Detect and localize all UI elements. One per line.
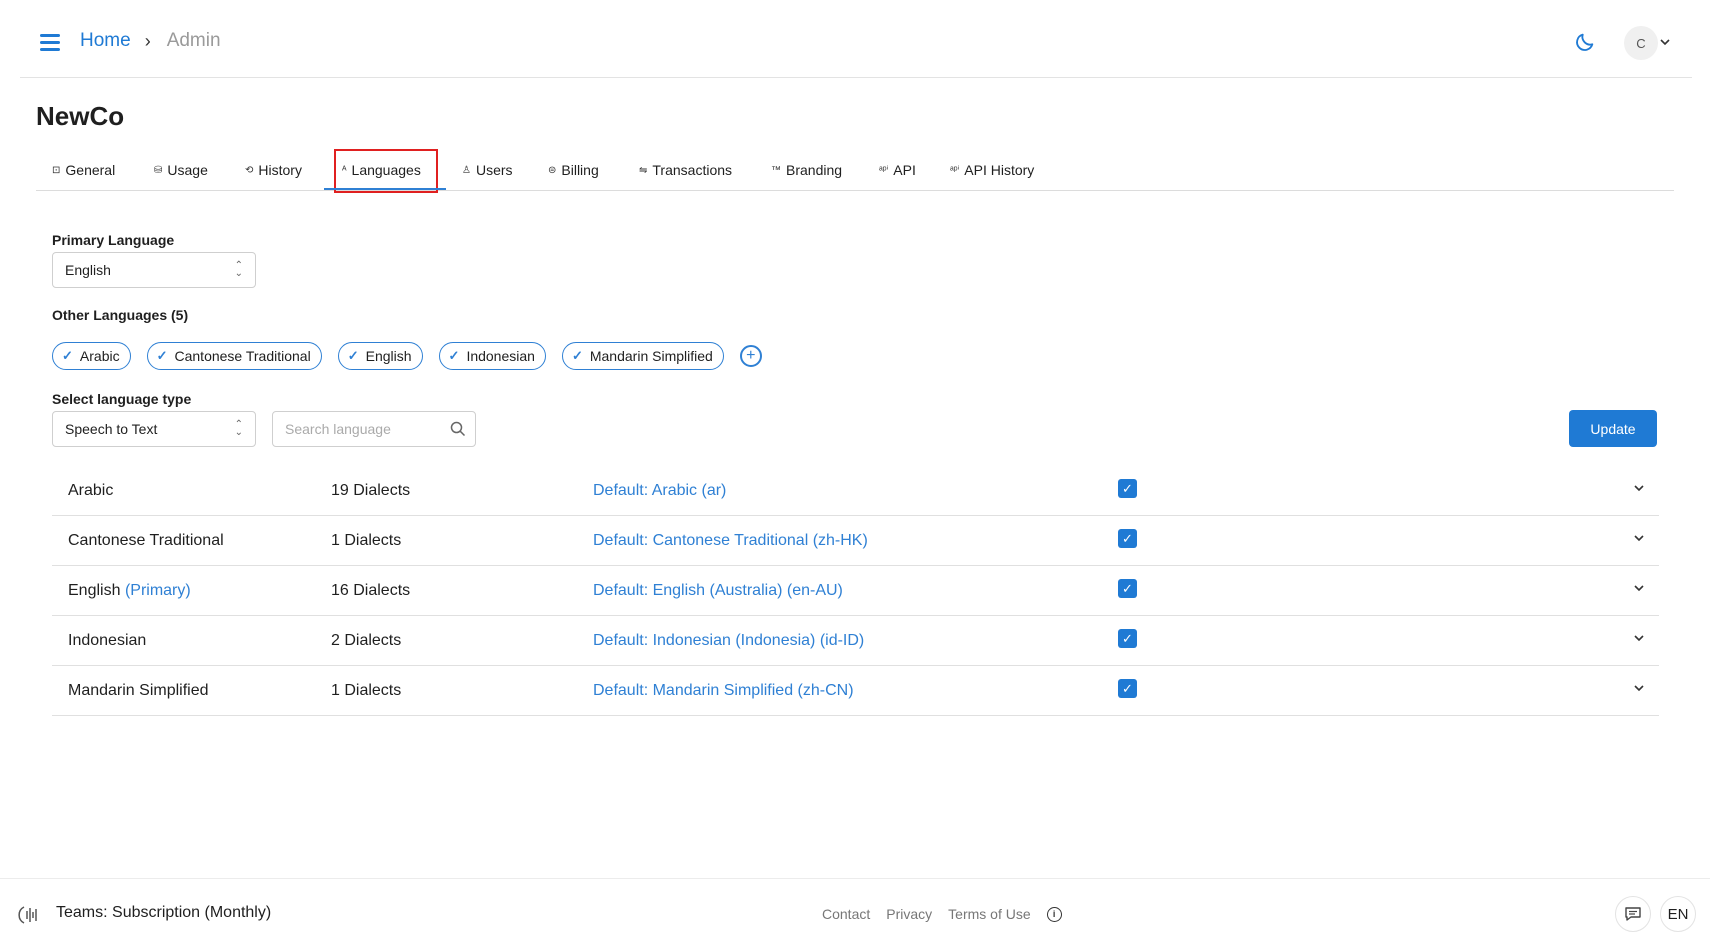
enabled-checkbox[interactable]: ✓ xyxy=(1118,629,1137,648)
chevron-down-icon[interactable] xyxy=(1660,38,1670,46)
tab-branding[interactable]: ™ Branding xyxy=(771,162,842,178)
history-icon: ⟲ xyxy=(245,164,254,176)
tab-bar: ⊡ General ⛁ Usage ⟲ History ᴬ Languages ♙ Use… xyxy=(36,149,1674,193)
language-type-select[interactable]: Speech to Text ⌃ ⌄ xyxy=(52,411,256,447)
breadcrumb: Home › Admin xyxy=(80,30,221,52)
language-type-value: Speech to Text xyxy=(65,421,158,437)
dialect-count: 16 Dialects xyxy=(331,582,411,599)
add-language-button[interactable]: + xyxy=(739,345,762,367)
primary-tag: (Primary) xyxy=(124,582,191,599)
language-switch-button[interactable]: EN xyxy=(1660,896,1696,932)
languages-table: Arabic 19 Dialects Default: Arabic (ar) … xyxy=(52,466,1659,716)
check-icon: ✓ xyxy=(448,348,460,363)
dialect-count: 19 Dialects xyxy=(331,482,411,499)
subscription-plan: Teams: Subscription (Monthly) xyxy=(56,904,272,921)
language-name: English (Primary) xyxy=(68,582,191,599)
language-chip[interactable]: ✓ Mandarin Simplified xyxy=(561,342,724,370)
language-chip[interactable]: ✓ Arabic xyxy=(52,342,131,370)
primary-language-value: English xyxy=(65,262,111,278)
tab-api[interactable]: ᵃᵖⁱ API xyxy=(879,162,916,178)
enabled-checkbox[interactable]: ✓ xyxy=(1118,479,1137,498)
api-icon: ᵃᵖⁱ xyxy=(879,164,889,176)
menu-icon[interactable] xyxy=(40,34,60,52)
chevron-down-icon[interactable] xyxy=(1633,534,1645,542)
enabled-checkbox[interactable]: ✓ xyxy=(1118,579,1137,598)
language-chip[interactable]: ✓ Cantonese Traditional xyxy=(146,342,322,370)
tab-api-history[interactable]: ᵃᵖⁱ API History xyxy=(950,162,1034,178)
search-icon[interactable] xyxy=(450,421,466,437)
footer: Teams: Subscription (Monthly) Contact Pr… xyxy=(0,878,1710,946)
default-dialect-link[interactable]: Default: Mandarin Simplified (zh-CN) xyxy=(593,682,854,700)
trademark-icon: ™ xyxy=(771,164,781,176)
language-type-label: Select language type xyxy=(52,391,192,407)
primary-language-label: Primary Language xyxy=(52,232,175,248)
table-row[interactable]: Mandarin Simplified 1 Dialects Default: … xyxy=(52,666,1659,716)
default-dialect-link[interactable]: Default: English (Australia) (en-AU) xyxy=(593,582,843,600)
page-title: NewCo xyxy=(36,101,125,131)
api-icon: ᵃᵖⁱ xyxy=(950,164,960,176)
language-chip[interactable]: ✓ Indonesian xyxy=(438,342,546,370)
check-icon: ✓ xyxy=(156,348,168,363)
other-languages-label: Other Languages (5) xyxy=(52,307,189,323)
brand-logo-icon xyxy=(18,906,37,924)
enabled-checkbox[interactable]: ✓ xyxy=(1118,679,1137,698)
breadcrumb-current: Admin xyxy=(166,30,221,51)
update-button[interactable]: Update xyxy=(1569,410,1657,447)
footer-links: Contact Privacy Terms of Use i xyxy=(822,906,1062,922)
chevron-down-icon[interactable] xyxy=(1633,584,1645,592)
language-name: Arabic xyxy=(68,482,114,499)
arrows-icon: ⇋ xyxy=(639,164,648,176)
check-icon: ✓ xyxy=(62,348,73,363)
user-icon: ♙ xyxy=(462,164,471,176)
language-name: Indonesian xyxy=(68,632,147,649)
tab-billing[interactable]: ⊜ Billing xyxy=(548,162,599,178)
chevron-down-icon[interactable] xyxy=(1633,684,1645,692)
dialect-count: 2 Dialects xyxy=(331,632,402,649)
table-row[interactable]: Cantonese Traditional 1 Dialects Default… xyxy=(52,516,1659,566)
contact-link[interactable]: Contact xyxy=(822,906,870,922)
chat-icon xyxy=(1625,907,1641,921)
breadcrumb-home-link[interactable]: Home xyxy=(80,30,131,52)
avatar[interactable]: C xyxy=(1624,26,1658,60)
select-arrows-icon: ⌃ ⌄ xyxy=(234,260,243,279)
active-tab-highlight xyxy=(334,149,438,193)
dialect-count: 1 Dialects xyxy=(331,682,402,699)
table-row[interactable]: English (Primary) 16 Dialects Default: E… xyxy=(52,566,1659,616)
info-icon[interactable]: i xyxy=(1046,906,1062,922)
chevron-right-icon: › xyxy=(144,30,151,51)
default-dialect-link[interactable]: Default: Arabic (ar) xyxy=(593,482,726,500)
top-bar: Home › Admin C xyxy=(20,0,1692,78)
language-chip[interactable]: ✓ English xyxy=(337,342,423,370)
language-name: Mandarin Simplified xyxy=(68,682,209,699)
moon-icon[interactable] xyxy=(1574,31,1596,53)
coins-icon: ⊜ xyxy=(548,164,557,176)
search-field xyxy=(272,411,476,447)
check-icon: ✓ xyxy=(571,348,583,363)
tab-users[interactable]: ♙ Users xyxy=(462,162,513,178)
enabled-checkbox[interactable]: ✓ xyxy=(1118,529,1137,548)
active-tab-underline xyxy=(324,188,446,190)
cylinder-icon: ⛁ xyxy=(154,164,163,176)
tab-history[interactable]: ⟲ History xyxy=(245,162,302,178)
language-chips: ✓ Arabic ✓ Cantonese Traditional ✓ English … xyxy=(52,342,762,370)
default-dialect-link[interactable]: Default: Cantonese Traditional (zh-HK) xyxy=(593,532,868,550)
tab-usage[interactable]: ⛁ Usage xyxy=(154,162,208,178)
chat-button[interactable] xyxy=(1615,896,1651,932)
check-icon: ✓ xyxy=(347,348,359,363)
language-name: Cantonese Traditional xyxy=(68,532,224,549)
tab-transactions[interactable]: ⇋ Transactions xyxy=(639,162,732,178)
dialect-count: 1 Dialects xyxy=(331,532,402,549)
square-icon: ⊡ xyxy=(52,164,61,176)
chevron-down-icon[interactable] xyxy=(1633,634,1645,642)
search-input[interactable] xyxy=(285,421,445,437)
terms-link[interactable]: Terms of Use xyxy=(948,906,1030,922)
privacy-link[interactable]: Privacy xyxy=(886,906,932,922)
table-row[interactable]: Arabic 19 Dialects Default: Arabic (ar) … xyxy=(52,466,1659,516)
select-arrows-icon: ⌃ ⌄ xyxy=(234,419,243,438)
tab-general[interactable]: ⊡ General xyxy=(52,162,115,178)
chevron-down-icon[interactable] xyxy=(1633,484,1645,492)
primary-language-select[interactable]: English ⌃ ⌄ xyxy=(52,252,256,288)
table-row[interactable]: Indonesian 2 Dialects Default: Indonesia… xyxy=(52,616,1659,666)
default-dialect-link[interactable]: Default: Indonesian (Indonesia) (id-ID) xyxy=(593,632,864,650)
